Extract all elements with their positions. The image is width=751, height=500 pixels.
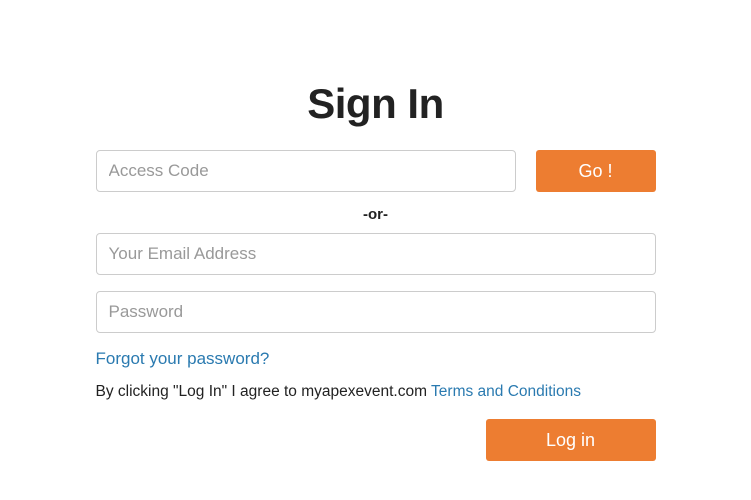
forgot-password-link[interactable]: Forgot your password? — [96, 349, 270, 369]
terms-link[interactable]: Terms and Conditions — [431, 383, 581, 400]
page-title: Sign In — [96, 80, 656, 128]
agree-text: By clicking "Log In" I agree to myapexev… — [96, 383, 656, 401]
access-code-row: Go ! — [96, 150, 656, 192]
login-button[interactable]: Log in — [486, 419, 656, 461]
or-separator: -or- — [96, 206, 656, 223]
go-button[interactable]: Go ! — [536, 150, 656, 192]
password-input[interactable] — [96, 291, 656, 333]
agree-prefix: By clicking "Log In" I agree to myapexev… — [96, 383, 432, 400]
access-code-input[interactable] — [96, 150, 516, 192]
email-input[interactable] — [96, 233, 656, 275]
signin-form: Sign In Go ! -or- Forgot your password? … — [96, 0, 656, 401]
